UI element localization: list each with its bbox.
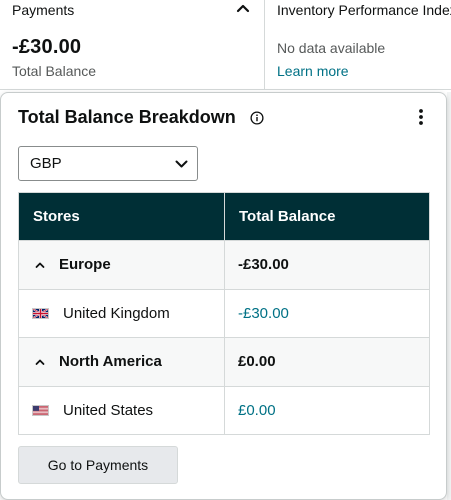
region-row-north-america[interactable]: North America £0.00 <box>18 337 430 387</box>
uk-flag-icon <box>32 307 49 319</box>
country-total[interactable]: -£30.00 <box>238 305 289 322</box>
balance-breakdown-popover: Total Balance Breakdown GBP Stores Total… <box>0 92 447 500</box>
country-total-link[interactable]: -£30.00 <box>224 288 430 338</box>
country-name: United Kingdom <box>63 304 170 322</box>
region-name: Europe <box>59 256 111 274</box>
balance-breakdown-table: Stores Total Balance Europe -£30.00 Unit… <box>18 192 430 435</box>
region-total: -£30.00 <box>224 240 430 290</box>
payments-title: Payments <box>12 2 75 18</box>
caret-up-icon[interactable] <box>35 358 45 366</box>
stores-column-header: Stores <box>18 192 225 241</box>
currency-select[interactable]: GBP <box>18 146 198 181</box>
country-total-link[interactable]: £0.00 <box>224 385 430 435</box>
chevron-down-icon <box>175 160 188 168</box>
caret-up-icon[interactable] <box>35 261 45 269</box>
region-total: £0.00 <box>224 337 430 387</box>
more-vertical-icon[interactable] <box>413 107 429 127</box>
us-flag-icon <box>32 404 49 416</box>
ipi-title: Inventory Performance Index <box>277 2 451 18</box>
background-strip <box>447 92 451 500</box>
region-cell[interactable]: North America <box>18 337 225 387</box>
currency-value: GBP <box>30 155 62 172</box>
total-balance-label: Total Balance <box>12 63 97 79</box>
chevron-up-icon[interactable] <box>236 2 250 14</box>
total-balance-amount: -£30.00 <box>12 36 82 58</box>
country-row-united-states: United States £0.00 <box>18 385 430 435</box>
popover-title: Total Balance Breakdown <box>18 107 236 127</box>
country-cell: United States <box>18 385 225 435</box>
learn-more-link[interactable]: Learn more <box>277 63 349 79</box>
total-balance-column-header: Total Balance <box>224 192 430 241</box>
info-icon[interactable] <box>250 111 264 125</box>
country-total[interactable]: £0.00 <box>238 402 276 419</box>
region-row-europe[interactable]: Europe -£30.00 <box>18 240 430 290</box>
go-to-payments-button[interactable]: Go to Payments <box>18 446 178 484</box>
country-name: United States <box>63 401 154 419</box>
inventory-performance-card: Inventory Performance Index No data avai… <box>265 0 451 90</box>
table-header-row: Stores Total Balance <box>18 192 430 241</box>
country-row-united-kingdom: United Kingdom -£30.00 <box>18 288 430 338</box>
region-name: North America <box>59 353 162 371</box>
payments-card[interactable]: Payments -£30.00 Total Balance <box>0 0 265 90</box>
ipi-no-data: No data available <box>277 40 386 56</box>
country-cell: United Kingdom <box>18 288 225 338</box>
region-cell[interactable]: Europe <box>18 240 225 290</box>
